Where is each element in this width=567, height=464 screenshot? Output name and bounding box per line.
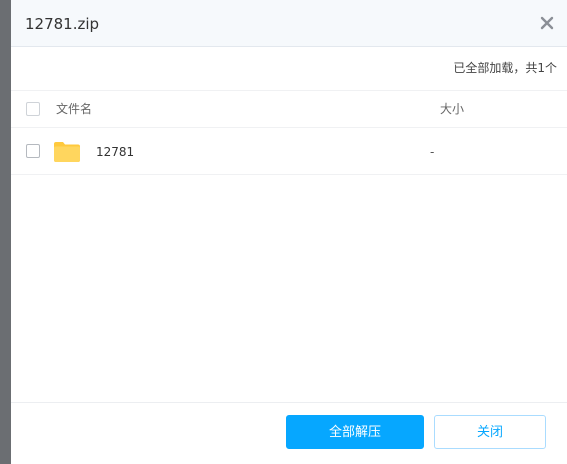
- folder-icon: [53, 141, 81, 163]
- select-all-checkbox[interactable]: [26, 102, 40, 116]
- footer-divider: [11, 402, 567, 403]
- archive-preview-dialog: 12781.zip 已全部加载，共1个 文件名 大小 12781 - 全部解压 …: [11, 0, 567, 464]
- load-status-text: 已全部加载，共1个: [453, 61, 557, 75]
- dialog-header: 12781.zip: [11, 0, 567, 47]
- divider: [11, 127, 567, 128]
- column-header-name: 文件名: [56, 102, 93, 116]
- extract-all-button[interactable]: 全部解压: [286, 415, 424, 449]
- row-checkbox[interactable]: [26, 144, 40, 158]
- column-header-size: 大小: [440, 102, 465, 116]
- divider: [11, 174, 567, 175]
- close-button[interactable]: 关闭: [434, 415, 546, 449]
- close-icon[interactable]: [539, 15, 555, 31]
- file-name[interactable]: 12781: [96, 144, 134, 160]
- dialog-title: 12781.zip: [25, 15, 100, 33]
- file-size: -: [430, 145, 435, 159]
- divider: [11, 90, 567, 91]
